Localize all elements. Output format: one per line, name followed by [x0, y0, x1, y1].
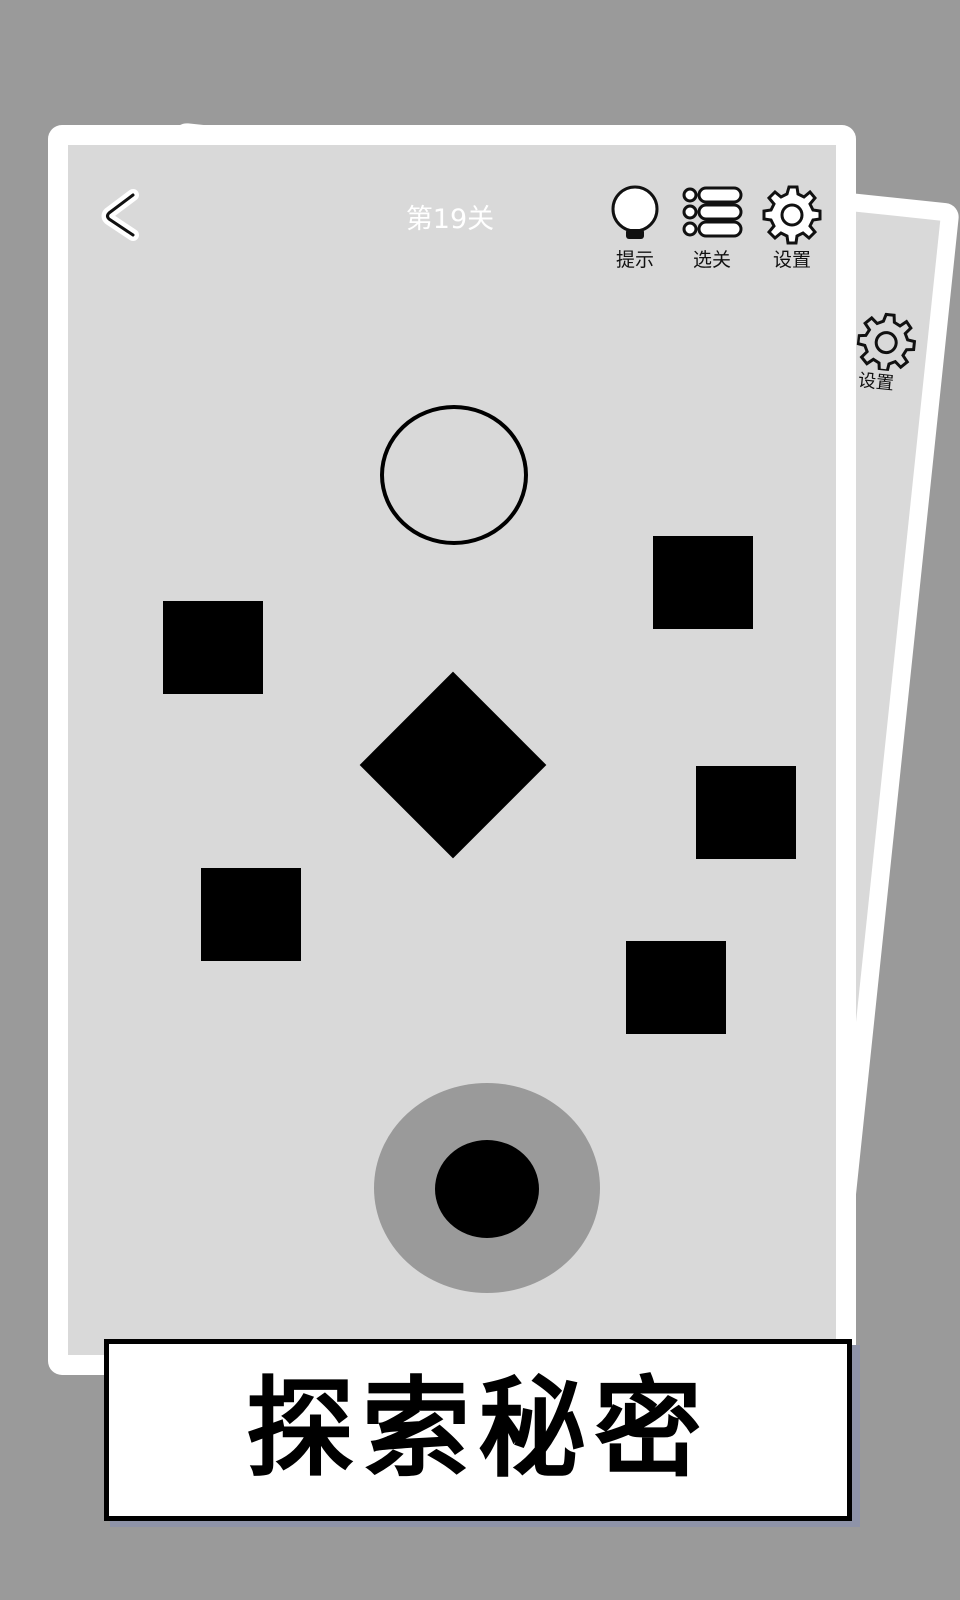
promo-banner: 探索秘密: [104, 1339, 852, 1521]
target-ring: [380, 405, 528, 545]
block-square: [626, 941, 726, 1034]
level-select-button[interactable]: 选关: [672, 185, 752, 273]
block-square: [201, 868, 301, 961]
hint-button[interactable]: 提示: [595, 185, 675, 273]
settings-button[interactable]: 设置: [752, 185, 832, 273]
level-title: 第19关: [405, 204, 495, 235]
gear-icon: [762, 185, 822, 245]
gear-icon: [856, 312, 917, 373]
block-square: [163, 601, 263, 694]
joystick-knob[interactable]: [435, 1140, 539, 1238]
level-select-label: 选关: [692, 249, 731, 271]
block-square: [696, 766, 796, 859]
list-icon: [682, 186, 743, 238]
banner-text: 探索秘密: [245, 1367, 710, 1492]
block-square: [653, 536, 753, 629]
lightbulb-icon: [611, 185, 659, 239]
chevron-left-icon: [101, 189, 139, 241]
back-card-settings-label: 设置: [856, 369, 895, 395]
settings-label: 设置: [772, 249, 811, 271]
back-button[interactable]: [95, 185, 155, 245]
hint-label: 提示: [615, 249, 654, 271]
